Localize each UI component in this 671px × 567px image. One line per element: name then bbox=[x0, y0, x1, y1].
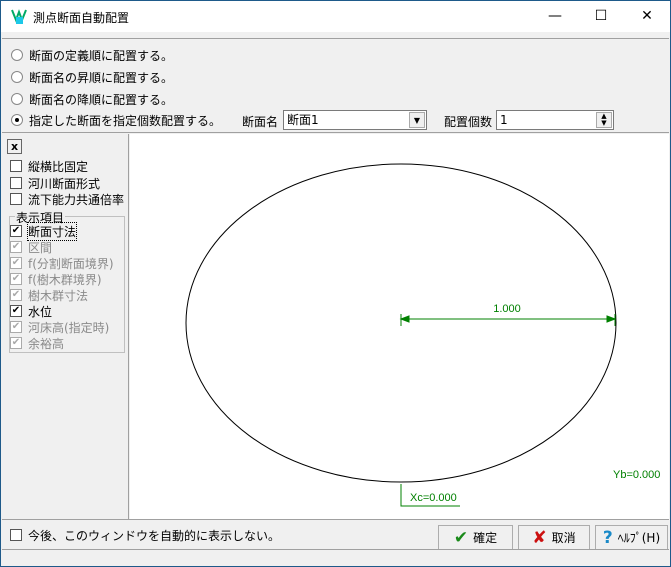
checkbox-f-split: ✔ f(分割断面境界) bbox=[10, 255, 114, 271]
yb-label: Yb=0.000 bbox=[613, 469, 660, 481]
checkbox-box bbox=[10, 160, 22, 172]
panel-close-button[interactable]: x bbox=[7, 139, 22, 154]
checkbox-bed-height: ✔ 河床高(指定時) bbox=[10, 319, 109, 335]
section-name-value: 断面1 bbox=[287, 113, 319, 127]
check-icon: ✔ bbox=[10, 241, 22, 253]
check-icon: ✔ bbox=[10, 321, 22, 333]
cancel-label: 取消 bbox=[551, 531, 576, 545]
spin-arrows-icon[interactable]: ▲ ▼ bbox=[596, 112, 612, 128]
checkbox-river-section[interactable]: 河川断面形式 bbox=[10, 175, 100, 191]
status-bar bbox=[2, 549, 669, 566]
radius-label: 1.000 bbox=[493, 303, 521, 315]
check-icon: ✔ bbox=[10, 337, 22, 349]
checkbox-label: 水位 bbox=[28, 304, 53, 319]
close-button[interactable]: ✕ bbox=[624, 1, 670, 32]
checkbox-dont-show[interactable]: 今後、このウィンドウを自動的に表示しない。 bbox=[10, 527, 280, 543]
checkbox-common-ratio[interactable]: 流下能力共通倍率 bbox=[10, 191, 124, 207]
section-preview-canvas: 1.000 Xc=0.000 Yb=0.000 bbox=[130, 134, 669, 519]
checkbox-label: f(分割断面境界) bbox=[28, 256, 114, 271]
minimize-button[interactable]: — bbox=[532, 1, 578, 32]
radio-circle bbox=[11, 49, 23, 61]
title-bar: 測点断面自動配置 — ☐ ✕ bbox=[1, 1, 670, 32]
chevron-down-icon[interactable]: ▼ bbox=[409, 112, 425, 128]
checkbox-water-level[interactable]: ✔ 水位 bbox=[10, 303, 52, 319]
section-name-label: 断面名 bbox=[242, 115, 279, 129]
section-drawing: 1.000 Xc=0.000 Yb=0.000 bbox=[185, 163, 660, 507]
window-title: 測点断面自動配置 bbox=[33, 11, 130, 25]
radio-circle bbox=[11, 93, 23, 105]
placement-options: 断面の定義順に配置する。 断面名の昇順に配置する。 断面名の降順に配置する。 指… bbox=[2, 38, 669, 133]
check-icon: ✔ bbox=[10, 257, 22, 269]
check-icon: ✔ bbox=[10, 225, 22, 237]
radio-circle bbox=[11, 114, 23, 126]
radio-circle bbox=[11, 71, 23, 83]
radio-definition-order[interactable]: 断面の定義順に配置する。 bbox=[11, 47, 173, 63]
radio-label: 断面の定義順に配置する。 bbox=[29, 48, 174, 63]
section-name-select[interactable]: 断面1 ▼ bbox=[283, 110, 427, 130]
cancel-button[interactable]: ✘ 取消 bbox=[518, 525, 590, 550]
check-icon: ✔ bbox=[10, 273, 22, 285]
checkbox-freeboard: ✔ 余裕高 bbox=[10, 335, 64, 351]
ok-button[interactable]: ✔ 確定 bbox=[438, 525, 513, 550]
check-icon: ✔ bbox=[10, 305, 22, 317]
checkbox-fix-aspect[interactable]: 縦横比固定 bbox=[10, 158, 88, 174]
maximize-button[interactable]: ☐ bbox=[578, 1, 624, 32]
radio-label: 指定した断面を指定個数配置する。 bbox=[29, 113, 222, 128]
checkbox-label: 断面寸法 bbox=[26, 221, 78, 241]
x-icon: ✘ bbox=[532, 527, 547, 548]
checkbox-box bbox=[10, 193, 22, 205]
checkbox-label: 樹木群寸法 bbox=[28, 288, 89, 303]
check-icon: ✔ bbox=[453, 527, 469, 548]
checkbox-section-dims[interactable]: ✔ 断面寸法 bbox=[10, 221, 78, 241]
checkbox-interval: ✔ 区間 bbox=[10, 239, 52, 255]
check-icon: ✔ bbox=[10, 289, 22, 301]
checkbox-label: 区間 bbox=[28, 240, 53, 255]
checkbox-label: 河川断面形式 bbox=[28, 176, 101, 191]
checkbox-f-tree: ✔ f(樹木群境界) bbox=[10, 271, 102, 287]
checkbox-label: 縦横比固定 bbox=[28, 159, 89, 174]
radio-label: 断面名の降順に配置する。 bbox=[29, 92, 174, 107]
count-label: 配置個数 bbox=[444, 115, 493, 129]
side-panel: x 縦横比固定 河川断面形式 流下能力共通倍率 表示項目 ✔ 断面寸法 ✔ 区間 ✔… bbox=[2, 134, 129, 519]
count-spinner[interactable]: 1 ▲ ▼ bbox=[496, 110, 614, 130]
checkbox-label: f(樹木群境界) bbox=[28, 272, 102, 287]
radio-name-ascending[interactable]: 断面名の昇順に配置する。 bbox=[11, 69, 173, 85]
checkbox-label: 流下能力共通倍率 bbox=[28, 192, 125, 207]
checkbox-tree-dims: ✔ 樹木群寸法 bbox=[10, 287, 88, 303]
ok-label: 確定 bbox=[473, 531, 498, 545]
count-value: 1 bbox=[500, 113, 508, 127]
footer-bar: 今後、このウィンドウを自動的に表示しない。 ✔ 確定 ✘ 取消 ? ﾍﾙﾌﾟ(H) bbox=[2, 519, 669, 550]
dialog-window: 測点断面自動配置 — ☐ ✕ 断面の定義順に配置する。 断面名の昇順に配置する。… bbox=[0, 0, 671, 567]
help-button[interactable]: ? ﾍﾙﾌﾟ(H) bbox=[595, 525, 668, 550]
checkbox-label: 河床高(指定時) bbox=[28, 320, 110, 335]
xc-label: Xc=0.000 bbox=[410, 492, 457, 504]
checkbox-box bbox=[10, 177, 22, 189]
radio-name-descending[interactable]: 断面名の降順に配置する。 bbox=[11, 91, 173, 107]
checkbox-label: 余裕高 bbox=[28, 336, 65, 351]
checkbox-label: 今後、このウィンドウを自動的に表示しない。 bbox=[28, 528, 281, 543]
app-icon bbox=[11, 9, 27, 24]
radio-label: 断面名の昇順に配置する。 bbox=[29, 70, 174, 85]
radius-dimension bbox=[399, 314, 617, 507]
radio-specified-count[interactable]: 指定した断面を指定個数配置する。 bbox=[11, 112, 221, 128]
checkbox-box bbox=[10, 529, 22, 541]
help-label: ﾍﾙﾌﾟ(H) bbox=[617, 531, 661, 545]
question-icon: ? bbox=[602, 527, 613, 548]
